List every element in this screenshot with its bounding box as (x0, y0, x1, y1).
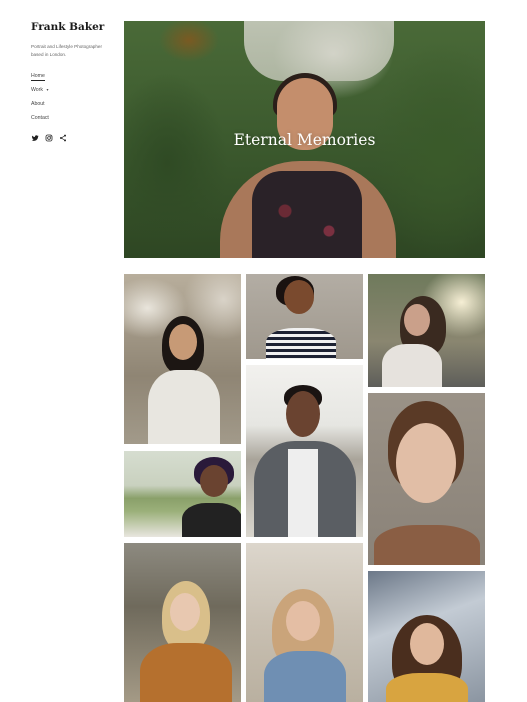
twitter-icon[interactable] (31, 129, 39, 141)
chevron-down-icon: ▾ (46, 87, 49, 92)
social-links (31, 129, 67, 142)
gallery-photo-7[interactable] (124, 543, 241, 702)
main-nav: Home Work ▾ About Contact (31, 71, 49, 127)
share-icon[interactable] (59, 129, 67, 142)
gallery-photo-1[interactable] (124, 274, 241, 444)
nav-item-about-label: About (31, 101, 45, 107)
gallery-photo-6[interactable] (368, 393, 485, 565)
nav-item-work[interactable]: Work ▾ (31, 85, 49, 99)
nav-item-contact[interactable]: Contact (31, 113, 49, 127)
hero-image[interactable]: Eternal Memories (124, 21, 485, 258)
hero-title: Eternal Memories (233, 131, 376, 149)
gallery-photo-3[interactable] (368, 274, 485, 387)
gallery-photo-2[interactable] (246, 274, 363, 359)
nav-item-work-label: Work (31, 87, 44, 93)
hero-sky (244, 21, 394, 81)
nav-item-contact-label: Contact (31, 115, 49, 121)
hero-subject-dress (252, 171, 362, 258)
nav-item-home[interactable]: Home (31, 71, 49, 85)
gallery-photo-9[interactable] (368, 571, 485, 702)
nav-item-about[interactable]: About (31, 99, 49, 113)
instagram-icon[interactable] (45, 129, 53, 142)
site-title[interactable]: Frank Baker (31, 21, 104, 33)
gallery-photo-8[interactable] (246, 543, 363, 702)
gallery-photo-5[interactable] (124, 451, 241, 537)
nav-item-home-label: Home (31, 73, 45, 81)
site-tagline: Portrait and Lifestyle Photographer base… (31, 44, 102, 57)
gallery-photo-4[interactable] (246, 365, 363, 537)
